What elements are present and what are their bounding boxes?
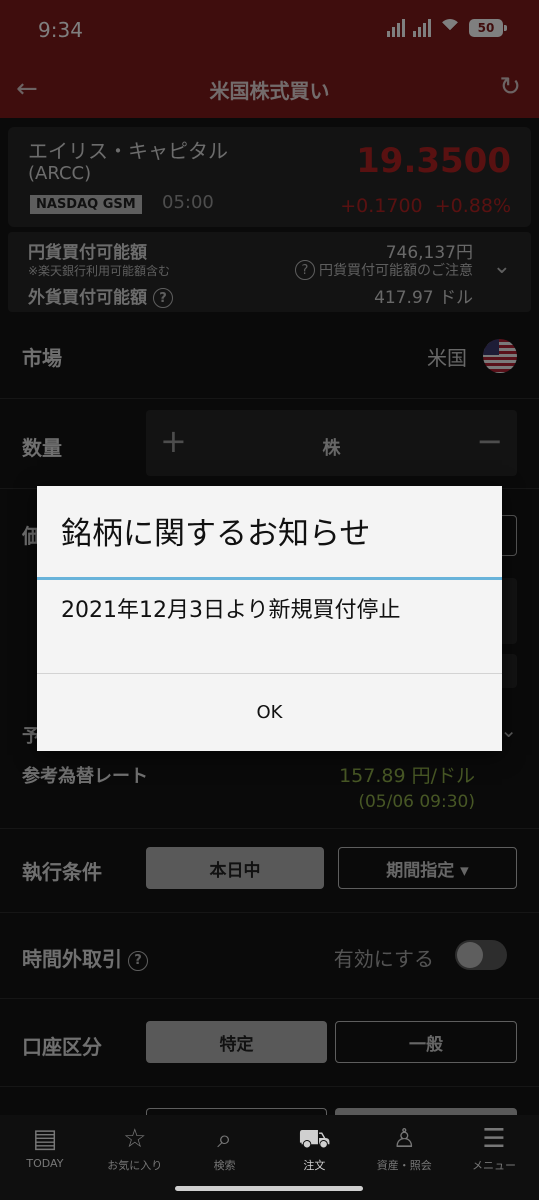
nav-label: TODAY bbox=[26, 1157, 64, 1170]
nav-label: お気に入り bbox=[107, 1159, 163, 1172]
nav-label: 注文 bbox=[303, 1159, 326, 1172]
cart-icon: ⛟ bbox=[298, 1124, 331, 1154]
dialog-message: 2021年12月3日より新規買付停止 bbox=[61, 598, 401, 623]
document-icon: ▤ bbox=[32, 1124, 58, 1154]
search-icon: ⌕ bbox=[217, 1124, 232, 1154]
nav-favorites[interactable]: ☆ お気に入り bbox=[90, 1115, 180, 1200]
nav-label: 資産・照会 bbox=[376, 1159, 432, 1172]
menu-icon: ☰ bbox=[482, 1124, 506, 1154]
nav-label: メニュー bbox=[472, 1159, 517, 1172]
nav-menu[interactable]: ☰ メニュー bbox=[449, 1115, 539, 1200]
ok-button[interactable]: OK bbox=[37, 674, 502, 751]
star-icon: ☆ bbox=[123, 1124, 147, 1154]
person-icon: ♙ bbox=[392, 1124, 416, 1154]
nav-label: 検索 bbox=[213, 1159, 236, 1172]
dialog-divider bbox=[37, 577, 502, 580]
dialog-title: 銘柄に関するお知らせ bbox=[61, 516, 371, 552]
notice-dialog: 銘柄に関するお知らせ 2021年12月3日より新規買付停止 OK bbox=[37, 486, 502, 751]
home-indicator[interactable] bbox=[175, 1186, 363, 1191]
nav-today[interactable]: ▤ TODAY bbox=[0, 1115, 90, 1200]
nav-assets[interactable]: ♙ 資産・照会 bbox=[359, 1115, 449, 1200]
